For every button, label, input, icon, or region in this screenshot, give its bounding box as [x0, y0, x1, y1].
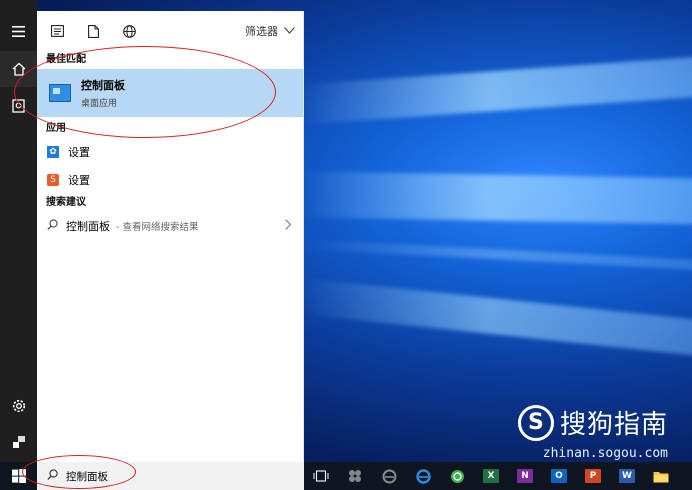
- chevron-right-icon: [285, 218, 292, 234]
- best-match-title: 控制面板: [81, 79, 125, 92]
- web-suggestion-item[interactable]: 控制面板 - 查看网络搜索结果: [37, 212, 303, 240]
- app-icon[interactable]: [338, 462, 372, 490]
- wallpaper-beam: [300, 171, 692, 225]
- app-result-label: 设置: [68, 174, 90, 187]
- chevron-down-icon: [284, 26, 295, 37]
- gear-icon: ✿: [47, 146, 59, 158]
- settings-icon[interactable]: [0, 388, 37, 424]
- suggestion-hint: - 查看网络搜索结果: [116, 222, 199, 233]
- wallpaper-beam: [300, 55, 692, 125]
- app-result-sogou-settings[interactable]: S 设置: [37, 166, 303, 194]
- word-icon[interactable]: W: [610, 462, 644, 490]
- globe-icon[interactable]: [117, 19, 141, 43]
- excel-icon[interactable]: X: [474, 462, 508, 490]
- hamburger-icon[interactable]: [0, 13, 37, 49]
- results-toolbar: 筛选器: [37, 11, 303, 51]
- taskbar: X N O P W: [0, 462, 692, 490]
- control-panel-icon: [49, 84, 71, 102]
- sogou-icon: S: [47, 174, 59, 186]
- apps-heading: 应用: [46, 123, 66, 134]
- edge-icon[interactable]: [372, 462, 406, 490]
- wallpaper-beam: [300, 277, 692, 359]
- file-icon[interactable]: [81, 19, 105, 43]
- watermark-url: zhinan.sogou.com: [542, 446, 668, 461]
- suggestions-heading: 搜索建议: [46, 197, 86, 208]
- user-icon[interactable]: [0, 424, 37, 460]
- powerpoint-icon[interactable]: P: [576, 462, 610, 490]
- file-explorer-icon[interactable]: [644, 462, 678, 490]
- watermark-text: 搜狗指南: [559, 410, 668, 440]
- best-match-result[interactable]: 控制面板 桌面应用: [37, 69, 303, 117]
- filter-label: 筛选器: [245, 25, 278, 38]
- edge-icon[interactable]: [406, 462, 440, 490]
- task-view-icon[interactable]: [304, 462, 338, 490]
- sogou-watermark: S 搜狗指南: [517, 404, 668, 441]
- search-icon: [47, 469, 58, 483]
- app-result-label: 设置: [68, 146, 90, 159]
- start-rail: [0, 0, 37, 462]
- onenote-icon[interactable]: N: [508, 462, 542, 490]
- best-match-subtitle: 桌面应用: [81, 99, 118, 109]
- best-match-heading: 最佳匹配: [46, 54, 86, 65]
- search-results-panel: 筛选器 最佳匹配 控制面板 桌面应用 应用 ✿ 设置 S 设置 搜索建议 控制面…: [37, 11, 304, 462]
- windows-start-icon[interactable]: [0, 462, 37, 490]
- taskbar-search-input[interactable]: [66, 470, 266, 482]
- sogou-logo-icon: S: [517, 404, 554, 441]
- 360-icon[interactable]: [440, 462, 474, 490]
- filter-dropdown[interactable]: 筛选器: [245, 23, 295, 39]
- search-icon: [47, 219, 58, 233]
- app-result-settings[interactable]: ✿ 设置: [37, 138, 303, 166]
- outlook-icon[interactable]: O: [542, 462, 576, 490]
- wallpaper-beam: [300, 238, 692, 272]
- home-icon[interactable]: [0, 51, 37, 87]
- taskbar-search-box[interactable]: [37, 462, 304, 490]
- document-list-icon[interactable]: [45, 19, 69, 43]
- recent-icon[interactable]: [0, 88, 37, 124]
- suggestion-label: 控制面板: [66, 220, 110, 233]
